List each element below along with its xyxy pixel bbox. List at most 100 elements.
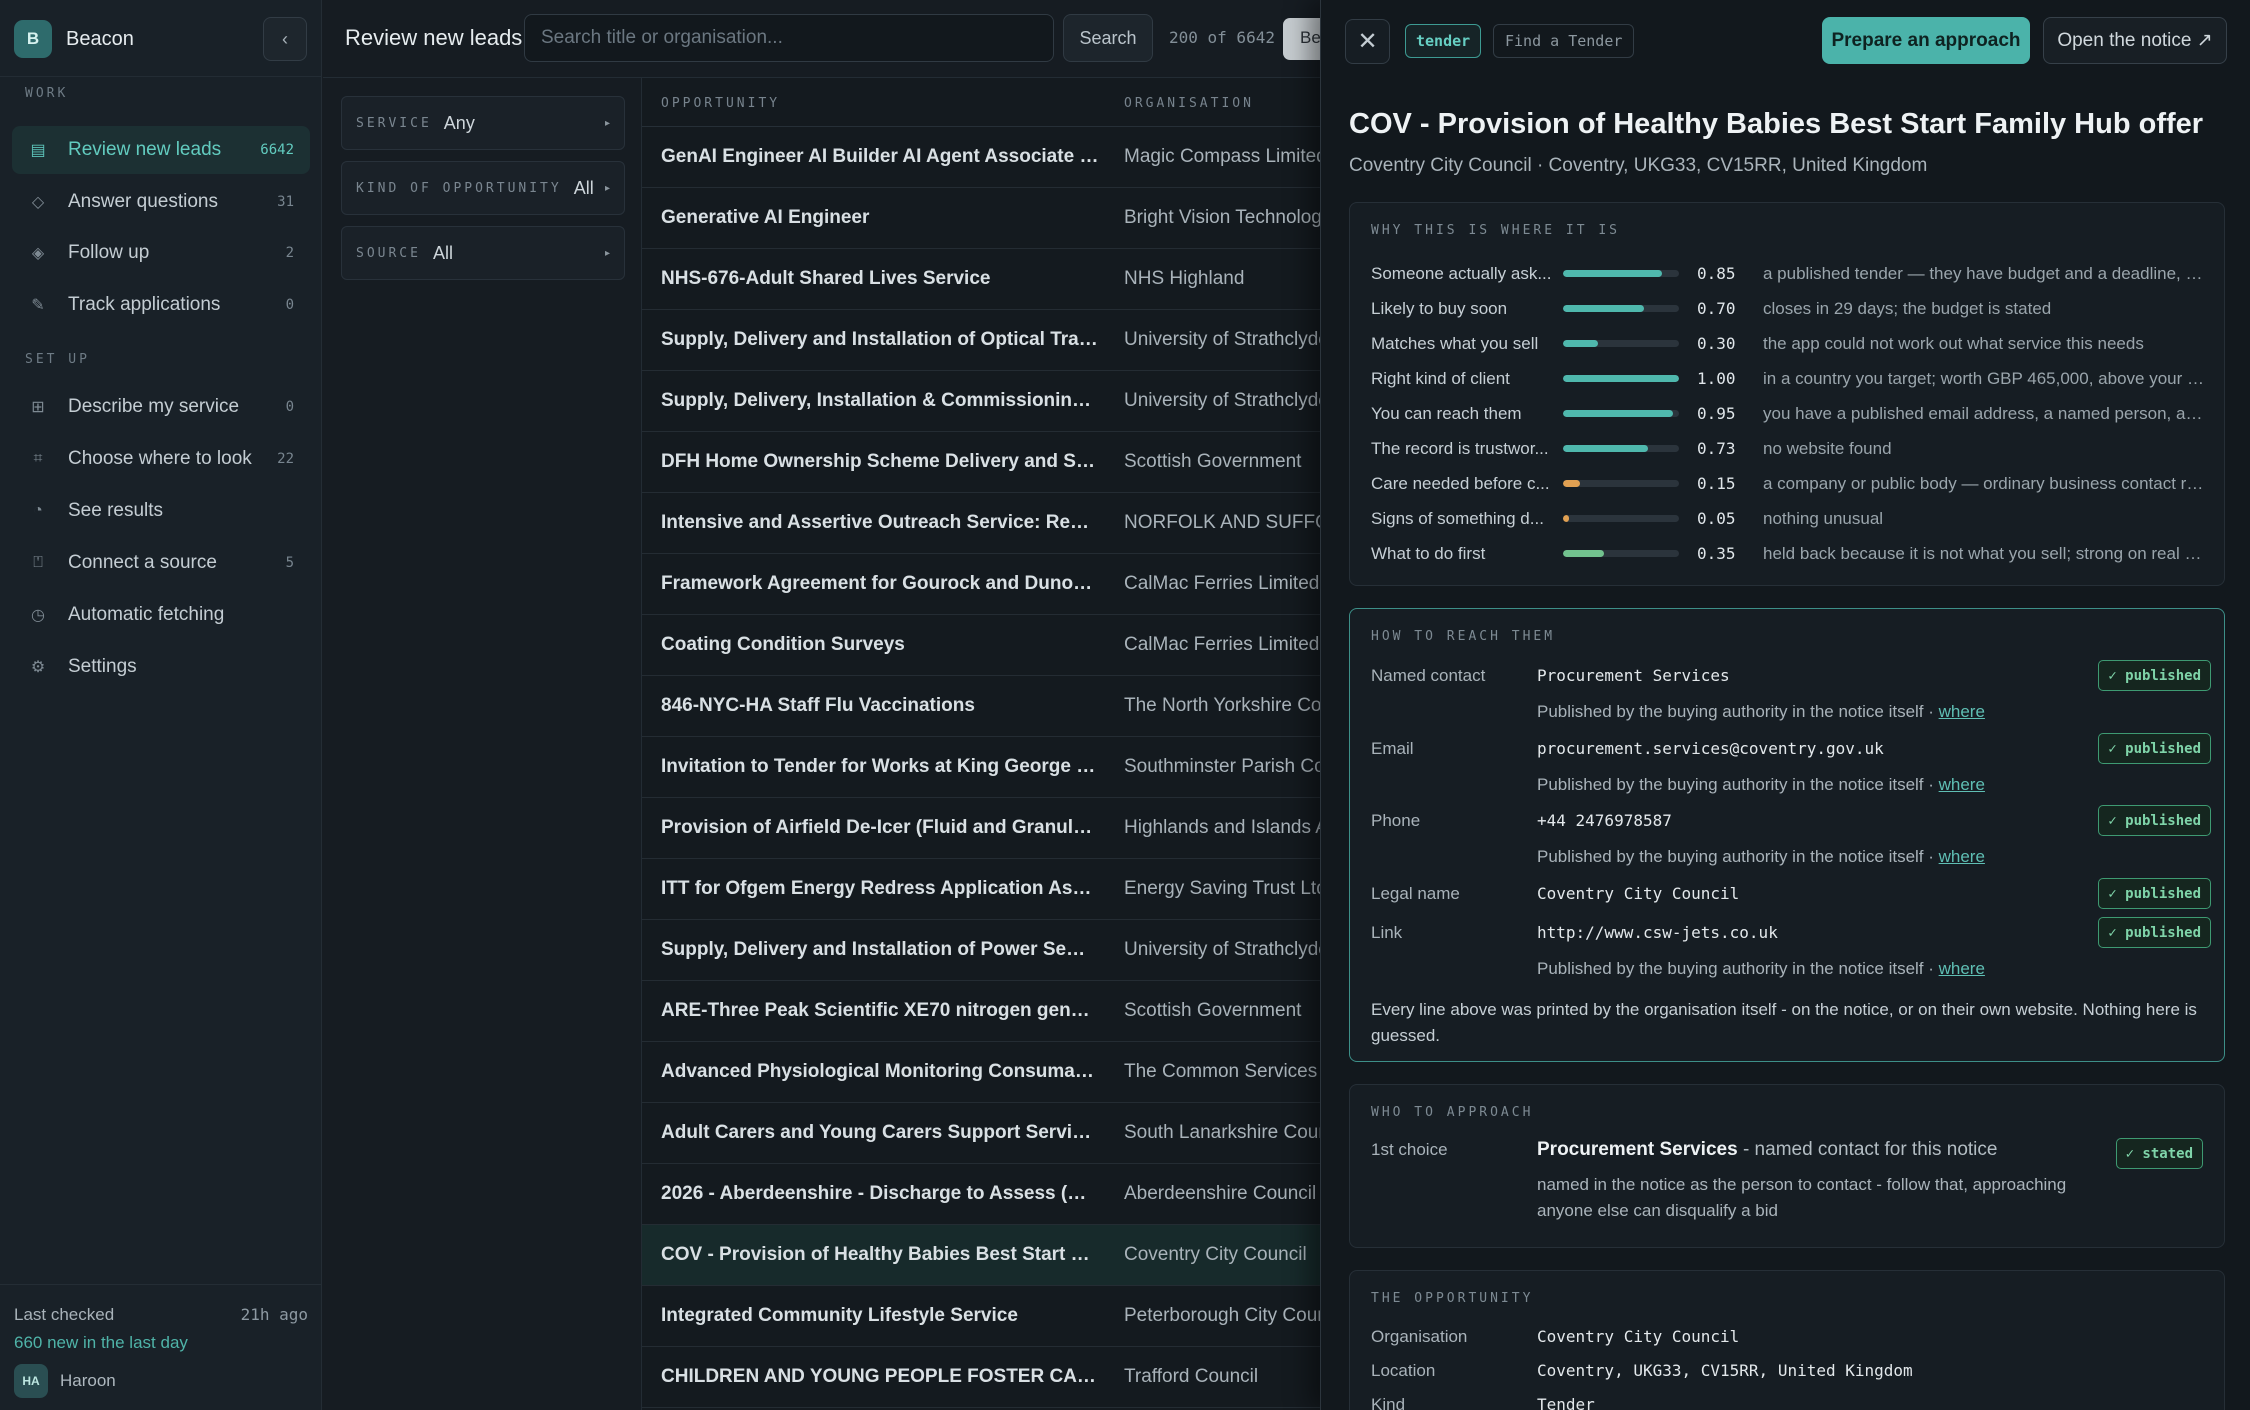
opportunity-title: 846-NYC-HA Staff Flu Vaccinations [661, 695, 975, 716]
contact-source: Published by the buying authority in the… [1537, 959, 1985, 979]
contact-value[interactable]: Procurement Services [1537, 666, 1730, 685]
avatar[interactable]: HA [14, 1364, 48, 1398]
score-note: nothing unusual [1763, 509, 1884, 528]
opportunity-title: 2026 - Aberdeenshire - Discharge to Asse… [661, 1183, 1099, 1204]
card-label: WHO TO APPROACH [1371, 1105, 1534, 1120]
search-input[interactable] [524, 14, 1054, 62]
plug-icon: ⍞ [33, 554, 43, 571]
score-row: Signs of something d... 0.05 nothing unusu… [1371, 501, 2211, 536]
organisation-name: South Lanarkshire Coun [1124, 1122, 1324, 1143]
table-row[interactable]: Supply, Delivery and Installation of Opt… [642, 310, 1324, 371]
sidebar-item-count: 0 [285, 399, 294, 415]
table-row[interactable]: ITT for Ofgem Energy Redress Application… [642, 859, 1324, 920]
score-bar-fill [1563, 550, 1604, 557]
where-link[interactable]: where [1939, 847, 1985, 866]
table-row[interactable]: Supply, Delivery, Installation & Commiss… [642, 371, 1324, 432]
contact-value[interactable]: http://www.csw-jets.co.uk [1537, 923, 1778, 942]
sidebar-item-connect-a-source[interactable]: ⍞ Connect a source 5 [12, 539, 310, 587]
sidebar-item-settings[interactable]: ⚙ Settings [12, 643, 310, 691]
filter-value: All [573, 177, 594, 198]
clock-icon: ◷ [31, 607, 45, 624]
sidebar-item-label: Automatic fetching [68, 604, 225, 625]
search-button[interactable]: Search [1063, 14, 1153, 62]
opportunity-label: Organisation [1371, 1327, 1468, 1346]
score-note: you have a published email address, a na… [1763, 404, 2207, 423]
contact-value[interactable]: +44 2476978587 [1537, 811, 1672, 830]
table-row[interactable]: Framework Agreement for Gourock and Duno… [642, 554, 1324, 615]
opportunity-title: Provision of Airfield De-Icer (Fluid and… [661, 817, 1099, 838]
score-bar-fill [1563, 375, 1679, 382]
score-row: Someone actually ask... 0.85 a published t… [1371, 256, 2211, 291]
divider [0, 76, 322, 77]
score-bar-fill [1563, 480, 1581, 487]
table-row[interactable]: COV - Provision of Healthy Babies Best S… [642, 1225, 1324, 1286]
sidebar-item-choose-where-to-look[interactable]: ⌗ Choose where to look 22 [12, 435, 310, 483]
column-header-opportunity[interactable]: OPPORTUNITY [661, 96, 780, 111]
organisation-name: NHS Highland [1124, 268, 1245, 289]
contact-source-text: Published by the buying authority in the… [1537, 847, 1939, 866]
table-row[interactable]: Invitation to Tender for Works at King G… [642, 737, 1324, 798]
score-bar-fill [1563, 515, 1569, 522]
table-row[interactable]: Provision of Airfield De-Icer (Fluid and… [642, 798, 1324, 859]
score-name: The record is trustwor... [1371, 439, 1549, 458]
table-row[interactable]: Supply, Delivery and Installation of Pow… [642, 920, 1324, 981]
score-row: Care needed before c... 0.15 a company or … [1371, 466, 2211, 501]
sidebar-item-see-results[interactable]: ◔ See results [12, 487, 310, 535]
contact-value[interactable]: procurement.services@coventry.gov.uk [1537, 739, 1884, 758]
table-row[interactable]: Integrated Community Lifestyle Service Pe… [642, 1286, 1324, 1347]
table-row[interactable]: 846-NYC-HA Staff Flu Vaccinations The Nor… [642, 676, 1324, 737]
clipped-button[interactable]: Be [1283, 18, 1323, 60]
where-link[interactable]: where [1939, 702, 1985, 721]
opportunity-value: Tender [1537, 1395, 1595, 1410]
table-row[interactable]: Intensive and Assertive Outreach Service… [642, 493, 1324, 554]
sidebar-item-automatic-fetching[interactable]: ◷ Automatic fetching [12, 591, 310, 639]
table-row[interactable]: Advanced Physiological Monitoring Consum… [642, 1042, 1324, 1103]
opportunity-title: Intensive and Assertive Outreach Service… [661, 512, 1099, 533]
score-row: Likely to buy soon 0.70 closes in 29 days;… [1371, 291, 2211, 326]
score-bar-fill [1563, 270, 1662, 277]
where-link[interactable]: where [1939, 959, 1985, 978]
filter-kind-of-opportunity[interactable]: KIND OF OPPORTUNITY All ▸ [341, 161, 625, 215]
brand[interactable]: B Beacon [14, 20, 134, 58]
filter-source[interactable]: SOURCE All ▸ [341, 226, 625, 280]
sidebar-item-answer-questions[interactable]: ◇ Answer questions 31 [12, 178, 310, 226]
sidebar-item-follow-up[interactable]: ◈ Follow up 2 [12, 229, 310, 277]
contact-value[interactable]: Coventry City Council [1537, 884, 1739, 903]
table-row[interactable]: Generative AI Engineer Bright Vision Tech… [642, 188, 1324, 249]
open-notice-button[interactable]: Open the notice ↗ [2043, 17, 2227, 64]
new-leads-text[interactable]: 660 new in the last day [14, 1333, 188, 1353]
sidebar-item-review-new-leads[interactable]: ▤ Review new leads 6642 [12, 126, 310, 174]
where-link[interactable]: where [1939, 775, 1985, 794]
table-row[interactable]: Adult Carers and Young Carers Support Se… [642, 1103, 1324, 1164]
sidebar-footer: Last checked 21h ago 660 new in the last… [0, 1284, 322, 1410]
table-row[interactable]: GenAI Engineer AI Builder AI Agent Assoc… [642, 127, 1324, 188]
pie-icon: ◔ [33, 502, 43, 519]
prepare-approach-button[interactable]: Prepare an approach [1822, 17, 2030, 64]
sidebar-item-track-applications[interactable]: ✎ Track applications 0 [12, 281, 310, 329]
published-badge: ✓ published [2098, 733, 2211, 764]
nav-section-label: WORK [25, 86, 69, 101]
table-row[interactable]: Coating Condition Surveys CalMac Ferries … [642, 615, 1324, 676]
score-bar [1563, 410, 1679, 417]
collapse-sidebar-button[interactable]: ‹ [263, 17, 307, 61]
choice-label: 1st choice [1371, 1140, 1448, 1159]
close-icon[interactable]: ✕ [1345, 19, 1390, 64]
opportunity-title: Advanced Physiological Monitoring Consum… [661, 1061, 1099, 1082]
score-value: 0.30 [1697, 334, 1736, 353]
contact-label: Legal name [1371, 884, 1460, 903]
organisation-name: The North Yorkshire Cou [1124, 695, 1324, 716]
table-row[interactable]: DFH Home Ownership Scheme Delivery and S… [642, 432, 1324, 493]
organisation-name: Highlands and Islands A [1124, 817, 1324, 838]
table-row[interactable]: ARE-Three Peak Scientific XE70 nitrogen … [642, 981, 1324, 1042]
organisation-name: Peterborough City Coun [1124, 1305, 1324, 1326]
column-header-organisation[interactable]: ORGANISATION [1124, 96, 1254, 111]
filter-service[interactable]: SERVICE Any ▸ [341, 96, 625, 150]
table-row[interactable]: CHILDREN AND YOUNG PEOPLE FOSTER CARE F.… [642, 1347, 1324, 1408]
table-row[interactable]: NHS-676-Adult Shared Lives Service NHS Hi… [642, 249, 1324, 310]
table-row[interactable]: 2026 - Aberdeenshire - Discharge to Asse… [642, 1164, 1324, 1225]
contact-label: Email [1371, 739, 1414, 758]
contact-label: Phone [1371, 811, 1421, 830]
organisation-name: CalMac Ferries Limited [1124, 573, 1320, 594]
sidebar-item-describe-my-service[interactable]: ⊞ Describe my service 0 [12, 383, 310, 431]
user-name[interactable]: Haroon [60, 1371, 116, 1391]
